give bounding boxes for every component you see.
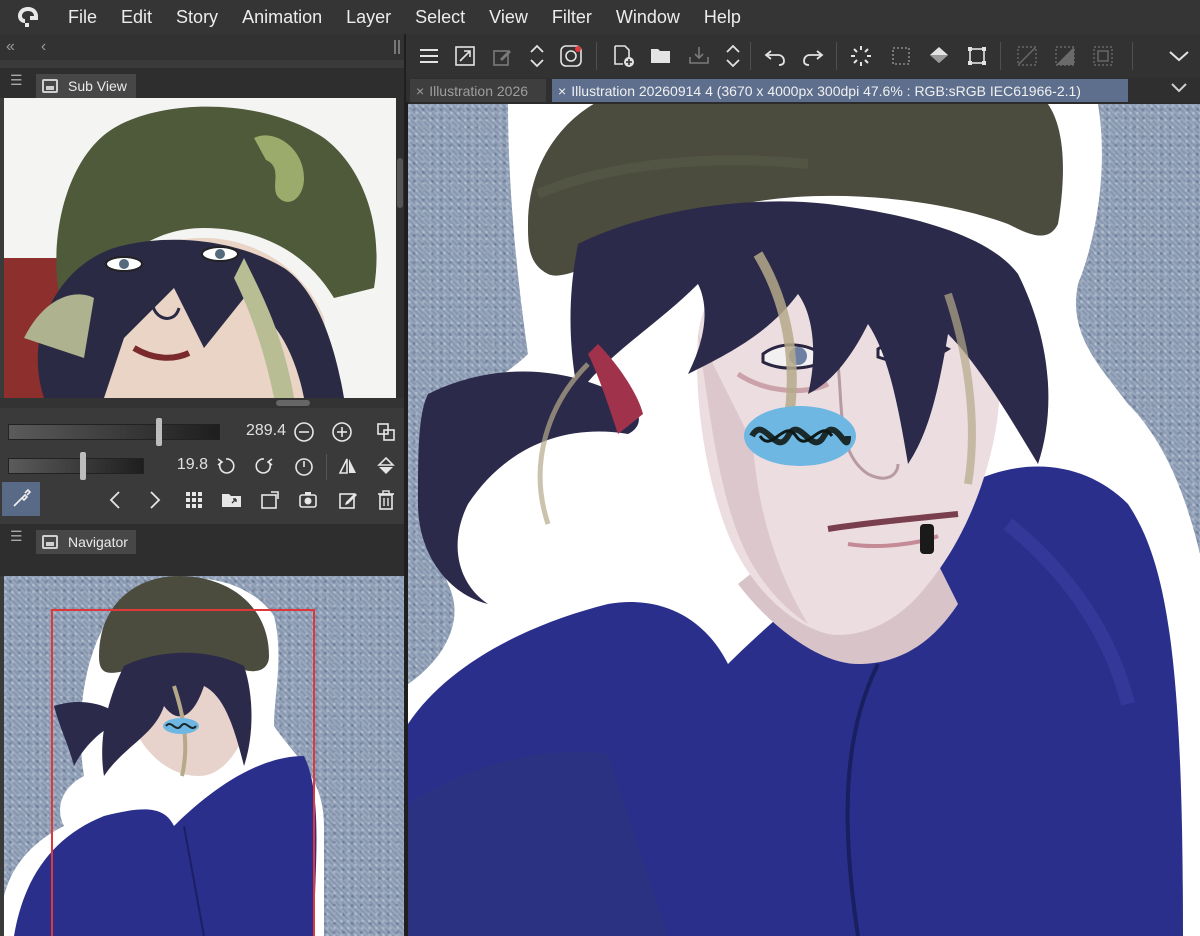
redo-icon[interactable] [800,42,826,70]
left-panel-column: « ‹ ☰ Sub View 289.4 19.8 ☰ Navigator [0,34,406,936]
border-icon[interactable] [1090,42,1116,70]
menu-file[interactable]: File [56,0,109,34]
open-image-icon[interactable] [218,486,246,514]
navigator-panel-header: ☰ Navigator [0,524,406,554]
tab-label: Illustration 2026 [429,82,529,99]
tab-sub-view[interactable]: Sub View [36,74,136,98]
menu-bar: File Edit Story Animation Layer Select V… [0,0,1200,34]
import-canvas-icon[interactable] [256,486,284,514]
stepper-icon[interactable] [524,42,550,70]
camera-icon[interactable] [294,486,322,514]
scroll-thumb[interactable] [397,158,403,208]
panel-menu-icon[interactable]: ☰ [10,528,23,545]
toolbar-separator [1000,42,1001,70]
clip-studio-logo-icon[interactable] [0,0,56,34]
menu-window[interactable]: Window [604,0,692,34]
fit-icon[interactable] [452,42,478,70]
navigator-icon [42,535,58,549]
invert-icon[interactable] [1052,42,1078,70]
companion-icon[interactable] [558,42,584,70]
reset-rotation-icon[interactable] [290,452,318,480]
close-tab-icon[interactable]: × [558,83,566,99]
rotate-left-icon[interactable] [212,452,240,480]
toolbar-separator [750,42,751,70]
fit-view-icon[interactable] [372,418,400,446]
next-image-icon[interactable] [140,486,168,514]
subview-vertical-scrollbar[interactable] [396,98,404,398]
document-tab-bar: × Illustration 2026 × Illustration 20260… [406,78,1200,102]
separator [326,454,327,480]
command-bar [406,34,1200,78]
rotate-value: 19.8 [176,456,208,473]
zoom-slider-row: 289.4 [0,414,406,450]
fill-icon[interactable] [926,42,952,70]
panel-collapse-bar: « ‹ [0,34,406,60]
collapse-panels-icon[interactable]: « [6,38,15,56]
panel-grip-handle[interactable] [394,40,400,54]
prev-image-icon[interactable] [102,486,130,514]
menu-select[interactable]: Select [403,0,477,34]
tab-label: Illustration 20260914 4 (3670 x 4000px 3… [571,82,1081,99]
zoom-in-icon[interactable] [328,418,356,446]
subview-horizontal-scrollbar[interactable] [0,398,406,408]
navigator-preview[interactable] [4,576,404,936]
menu-animation[interactable]: Animation [230,0,334,34]
menu-help[interactable]: Help [692,0,753,34]
drawing-canvas[interactable] [408,104,1200,936]
image-icon [42,79,58,93]
new-file-icon[interactable] [610,42,636,70]
rotate-slider[interactable] [8,458,144,474]
menu-story[interactable]: Story [164,0,230,34]
subview-action-row [0,480,406,520]
zoom-slider-knob[interactable] [156,418,162,446]
toolbar-separator [1132,42,1133,70]
chevron-left-icon[interactable]: ‹ [41,38,46,56]
menu-layer[interactable]: Layer [334,0,403,34]
sub-view-label: Sub View [68,78,127,94]
zoom-slider[interactable] [8,424,220,440]
menu-filter[interactable]: Filter [540,0,604,34]
tab-list-chevron-down-icon[interactable] [1170,80,1188,99]
subview-reference-image[interactable] [4,98,396,398]
undo-icon[interactable] [762,42,788,70]
eyedropper-icon[interactable] [2,482,40,516]
rotate-slider-knob[interactable] [80,452,86,480]
grid-view-icon[interactable] [180,486,208,514]
transform-icon[interactable] [964,42,990,70]
open-icon[interactable] [648,42,674,70]
close-tab-icon[interactable]: × [416,83,424,99]
spinner-icon[interactable] [848,42,874,70]
navigator-spacer [0,554,406,576]
collapse-icon[interactable] [1166,42,1192,70]
navigator-label: Navigator [68,534,128,550]
zoom-out-icon[interactable] [290,418,318,446]
menu-view[interactable]: View [477,0,540,34]
select-icon[interactable] [888,42,914,70]
tab-illustration-previous[interactable]: × Illustration 2026 [410,79,546,102]
menu-edit[interactable]: Edit [109,0,164,34]
menu-icon[interactable] [416,42,442,70]
flip-vertical-icon[interactable] [372,452,400,480]
tab-navigator[interactable]: Navigator [36,530,136,554]
rotate-right-icon[interactable] [250,452,278,480]
edit-icon[interactable] [490,42,516,70]
toolbar-separator [596,42,597,70]
subview-panel-header: ☰ Sub View [0,68,406,98]
export-icon[interactable] [686,42,712,70]
flip-horizontal-icon[interactable] [334,452,362,480]
edit-reference-icon[interactable] [334,486,362,514]
rotate-slider-row: 19.8 [0,448,406,484]
trash-icon[interactable] [372,486,400,514]
deselect-icon[interactable] [1014,42,1040,70]
stepper-icon[interactable] [720,42,746,70]
toolbar-separator [836,42,837,70]
scroll-thumb[interactable] [276,400,310,406]
panel-menu-icon[interactable]: ☰ [10,72,23,89]
zoom-value: 289.4 [245,422,286,439]
tab-illustration-active[interactable]: × Illustration 20260914 4 (3670 x 4000px… [552,79,1128,102]
